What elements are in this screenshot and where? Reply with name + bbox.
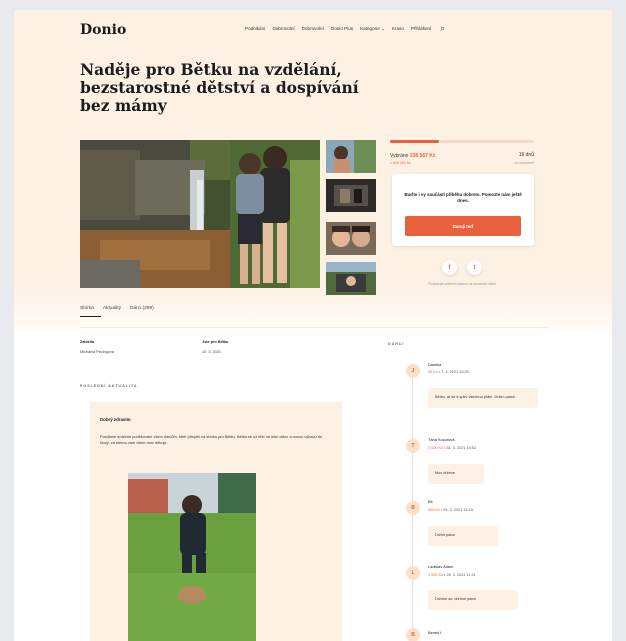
donor-date: 26. 3. 2021 14:24: [443, 508, 473, 512]
nav-login[interactable]: Přihlášení: [411, 26, 431, 32]
goal-amount: z 600 000 Kč: [390, 161, 411, 165]
founder-value[interactable]: Michaela Pecingová: [80, 350, 114, 354]
donor-name: Ladislav Adam: [428, 564, 454, 569]
gallery-thumbnail[interactable]: [326, 222, 376, 255]
nav-item[interactable]: Podnikání: [245, 26, 265, 32]
donor-meta: 2 000 Kč • 31. 3. 2021 15:52: [428, 446, 477, 450]
donor-message: Držím palce: [428, 526, 498, 546]
campaign-tabs: Sbírka Aktuality Dárci (299): [80, 306, 154, 311]
tab-sbirka[interactable]: Sbírka: [80, 306, 94, 311]
raised-amount: 238 567 Kč: [409, 153, 436, 159]
donor-avatar: L: [406, 566, 420, 580]
donor-name: Tána Kocurová: [428, 437, 455, 442]
days-left: 19 dnů: [518, 152, 534, 158]
donor-name: Bit: [428, 499, 433, 504]
founder-label: Založila: [80, 340, 94, 344]
latest-update-card: Dobrý zdravím Posíláme srdečné poděkován…: [90, 402, 342, 641]
donate-prompt: Buďte i vy součástí příběhu dobrem. Pomo…: [404, 192, 522, 203]
nav-item[interactable]: Dobrovolní: [302, 26, 324, 32]
progress-fill: [390, 140, 439, 143]
divider: [80, 327, 548, 328]
donor-message: Moc držíme: [428, 464, 484, 484]
date-label: Jste pro Bětku: [202, 340, 229, 344]
nav-item[interactable]: Donio Plus: [331, 26, 353, 32]
nav-item[interactable]: Dobrovolní: [272, 26, 294, 32]
donor-meta: 50 Kč • 7. 4. 2021 10:25: [428, 370, 469, 374]
date-value: 10. 3. 2021: [202, 350, 222, 354]
donor-avatar: T: [406, 439, 420, 453]
donor-date: 26. 3. 2021 11:31: [446, 573, 476, 577]
tab-aktuality[interactable]: Aktuality: [103, 306, 121, 311]
donor-amount: 50 Kč: [428, 370, 438, 374]
nav-item[interactable]: Kraso: [392, 26, 404, 32]
campaign-title: Naděje pro Bětku na vzdělání, bezstarost…: [80, 60, 359, 115]
donate-button[interactable]: Daruji teď: [405, 216, 521, 236]
active-tab-indicator: [80, 316, 101, 317]
gallery-thumbnail[interactable]: [326, 179, 376, 212]
donor-date: 7. 4. 2021 10:25: [441, 370, 469, 374]
donation-card: Vybráno 238 567 Kč z 600 000 Kč 19 dnů d…: [390, 140, 534, 290]
logo[interactable]: Donio: [80, 22, 126, 38]
donor-amount: 2 000 Kč: [428, 446, 443, 450]
update-title: Dobrý zdravím: [100, 417, 131, 422]
gallery-thumbnail[interactable]: [326, 140, 376, 173]
donor-meta: 500 Kč • 26. 3. 2021 14:24: [428, 508, 473, 512]
update-text: Posíláme srdečné poděkování všem dárcům,…: [100, 434, 323, 445]
donor-avatar: J: [406, 364, 420, 378]
donor-date: 31. 3. 2021 15:52: [446, 446, 477, 450]
donate-box: Buďte i vy součástí příběhu dobrem. Pomo…: [392, 174, 534, 246]
raised-summary: Vybráno 238 567 Kč: [390, 153, 436, 159]
donor-meta: 1 000 Kč • 26. 3. 2021 11:31: [428, 573, 476, 577]
donors-heading: DÁRCI: [388, 342, 405, 346]
twitter-share-icon[interactable]: t: [467, 260, 482, 275]
donor-message: Držíme se, držíme palce: [428, 590, 518, 610]
donor-amount: 1 000 Kč: [428, 573, 443, 577]
raised-label: Vybráno: [390, 153, 409, 159]
donor-name: Daniela: [428, 362, 442, 367]
days-left-label: do ukončení: [514, 161, 534, 165]
search-icon[interactable]: ⌕: [440, 25, 444, 33]
donor-message: Bětko, ať se ti splní všechna přání. Drž…: [428, 388, 538, 408]
gallery-thumbnail[interactable]: [326, 262, 376, 295]
share-note: Podporujte sdílením odkazu na sociálních…: [428, 282, 496, 286]
progress-bar: [390, 140, 534, 143]
latest-update-heading: POSLEDNÍ AKTUALITA: [80, 384, 138, 388]
donor-amount: 500 Kč: [428, 508, 440, 512]
tab-darci[interactable]: Dárci (299): [130, 306, 154, 311]
main-nav: Podnikání Dobrovolní Dobrovolní Donio Pl…: [245, 25, 445, 33]
donor-avatar: B: [406, 628, 420, 641]
facebook-share-icon[interactable]: f: [442, 260, 457, 275]
donor-name: Beneš I.: [428, 630, 443, 635]
page: Donio Podnikání Dobrovolní Dobrovolní Do…: [14, 10, 612, 641]
donor-avatar: B: [406, 501, 420, 515]
nav-item-categories[interactable]: Kategorie ⌄: [360, 26, 385, 32]
campaign-photo[interactable]: [80, 140, 320, 288]
update-photo[interactable]: [128, 473, 256, 641]
